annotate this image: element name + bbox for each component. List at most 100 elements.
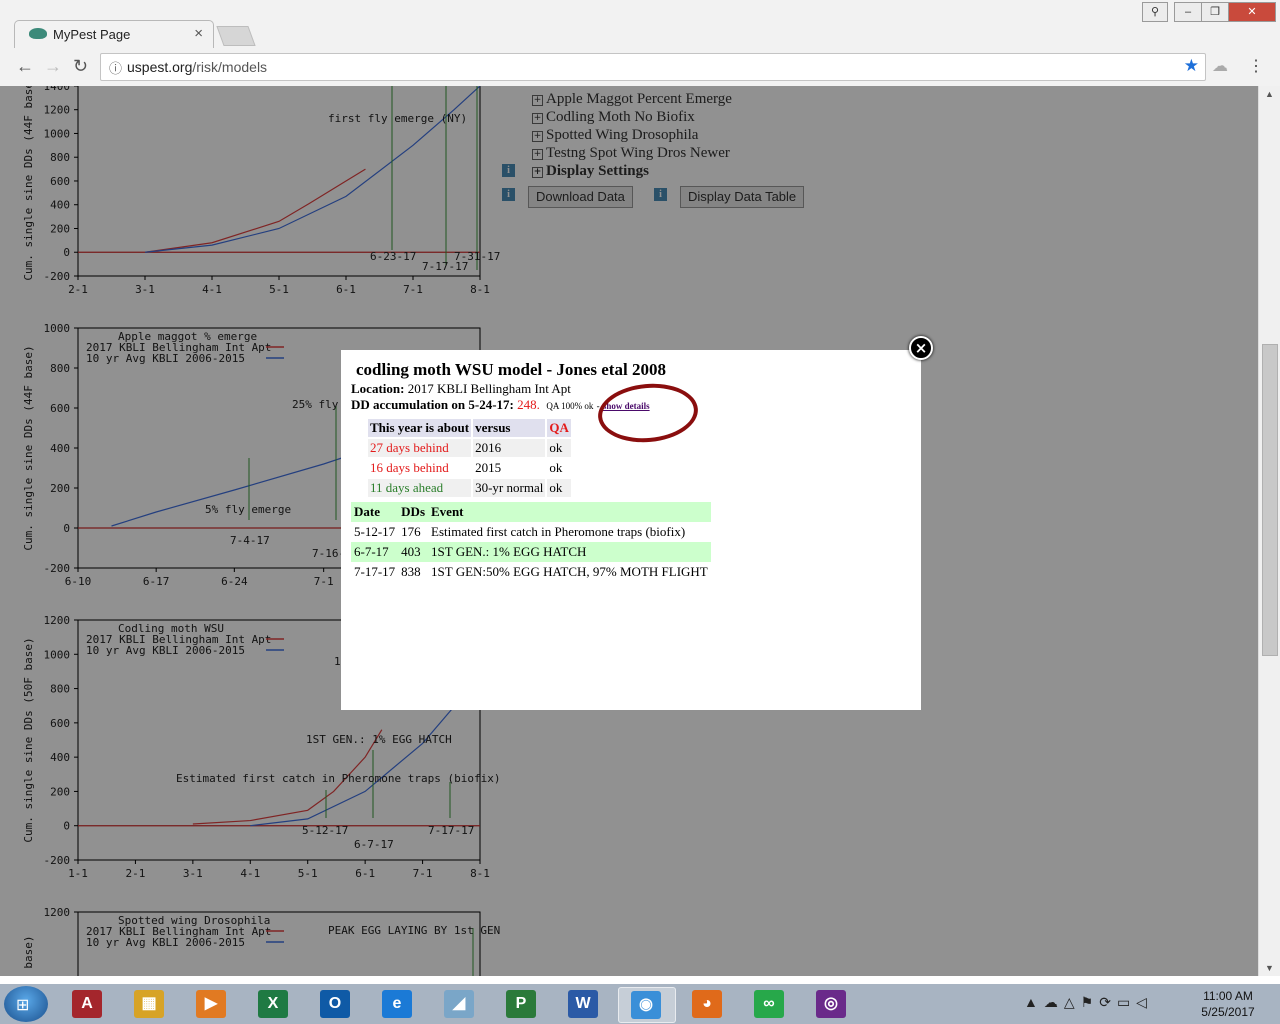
- tab-close-icon[interactable]: ×: [194, 25, 203, 42]
- taskbar-app-button[interactable]: e: [370, 987, 426, 1021]
- column-header: Event: [428, 502, 711, 522]
- excel-icon: X: [258, 990, 288, 1018]
- dd-label: DD accumulation on 5-24-17:: [351, 397, 514, 412]
- taskbar-app-button[interactable]: X: [246, 987, 302, 1021]
- taskbar-app-button[interactable]: P: [494, 987, 550, 1021]
- close-dialog-icon[interactable]: ×: [909, 336, 933, 360]
- close-window-button[interactable]: ✕: [1228, 2, 1276, 22]
- comparison-table: This year is about versus QA 27 days beh…: [366, 417, 573, 499]
- network-icon[interactable]: ▭: [1117, 994, 1136, 1010]
- browser-toolbar: ← → ↻ ⓘ uspest.org/risk/models ★ ☁ ⋮: [0, 48, 1280, 87]
- events-table: Date DDs Event 5-12-17 176 Estimated fir…: [351, 502, 711, 582]
- dialog-title: codling moth WSU model - Jones etal 2008: [356, 360, 666, 379]
- media-player-icon: ▶: [196, 990, 226, 1018]
- chrome-icon: ◉: [631, 991, 661, 1019]
- event-dds: 838: [401, 564, 421, 579]
- column-header: versus: [473, 419, 546, 437]
- event-description: Estimated first catch in Pheromone traps…: [431, 524, 686, 539]
- sync-icon[interactable]: ⟳: [1099, 994, 1117, 1010]
- tray-up-arrow-icon[interactable]: ▲: [1024, 994, 1044, 1010]
- access-icon: A: [72, 990, 102, 1018]
- bookmark-star-icon[interactable]: ★: [1184, 56, 1199, 76]
- clock[interactable]: 11:00 AM 5/25/2017: [1196, 988, 1260, 1020]
- events-header-row: Date DDs Event: [351, 502, 711, 522]
- column-header: DDs: [398, 502, 429, 522]
- app-icon: ◎: [816, 990, 846, 1018]
- taskbar-app-button[interactable]: ◉: [618, 987, 676, 1023]
- table-row: 27 days behind 2016 ok: [368, 439, 571, 457]
- system-tray: ▲☁△⚑⟳▭◁: [1024, 994, 1153, 1011]
- location-line: Location: 2017 KBLI Bellingham Int Apt: [351, 381, 571, 397]
- taskbar-app-button[interactable]: W: [556, 987, 612, 1021]
- event-description: 1ST GEN.: 1% EGG HATCH: [428, 542, 711, 562]
- browser-title-bar: MyPest Page × ⚲ – ❐ ✕: [0, 0, 1280, 49]
- taskbar-app-button[interactable]: ▶: [184, 987, 240, 1021]
- taskbar-app-button[interactable]: ∞: [742, 987, 798, 1021]
- extension-icon[interactable]: ☁: [1212, 56, 1228, 76]
- flag-icon[interactable]: ⚑: [1081, 994, 1100, 1010]
- clock-time: 11:00 AM: [1203, 989, 1253, 1003]
- comparison-status: 11 days ahead: [368, 479, 472, 497]
- page-scrollbar[interactable]: ▲ ▼: [1258, 86, 1280, 976]
- back-arrow-icon[interactable]: ←: [16, 56, 34, 77]
- app-icon: ∞: [754, 990, 784, 1018]
- browser-tab[interactable]: MyPest Page ×: [14, 20, 214, 49]
- comparison-qa: ok: [547, 479, 571, 497]
- taskbar-app-button[interactable]: O: [308, 987, 364, 1021]
- event-dds: 403: [398, 542, 429, 562]
- qa-status: QA 100% ok: [546, 401, 594, 411]
- event-dds: 176: [401, 524, 421, 539]
- drive-icon[interactable]: △: [1064, 994, 1081, 1010]
- user-profile-button[interactable]: ⚲: [1142, 2, 1168, 22]
- comparison-qa: ok: [547, 439, 571, 457]
- event-description: 1ST GEN:50% EGG HATCH, 97% MOTH FLIGHT: [431, 564, 708, 579]
- event-date: 7-17-17: [354, 564, 396, 579]
- table-row: 16 days behind 2015 ok: [368, 459, 571, 477]
- taskbar-app-button[interactable]: ◕: [680, 987, 736, 1021]
- new-tab-button[interactable]: [216, 26, 256, 46]
- location-label: Location:: [351, 381, 405, 396]
- table-row: 6-7-17 403 1ST GEN.: 1% EGG HATCH: [351, 542, 711, 562]
- taskbar-app-button[interactable]: ◎: [804, 987, 860, 1021]
- comparison-header-row: This year is about versus QA: [368, 419, 571, 437]
- taskbar-app-button[interactable]: A: [60, 987, 116, 1021]
- reload-icon[interactable]: ↻: [73, 56, 88, 77]
- url-text: uspest.org/risk/models: [127, 59, 267, 75]
- comparison-status: 27 days behind: [368, 439, 472, 457]
- word-icon: W: [568, 990, 598, 1018]
- url-domain: uspest.org: [127, 59, 193, 75]
- volume-icon[interactable]: ◁: [1136, 994, 1153, 1010]
- table-row: 7-17-17 838 1ST GEN:50% EGG HATCH, 97% M…: [351, 562, 711, 582]
- scroll-up-icon[interactable]: ▲: [1265, 89, 1274, 99]
- clock-date: 5/25/2017: [1201, 1005, 1255, 1019]
- comparison-qa: ok: [549, 460, 563, 475]
- scroll-thumb[interactable]: [1262, 344, 1278, 656]
- forward-arrow-icon[interactable]: →: [44, 56, 62, 77]
- chrome-menu-icon[interactable]: ⋮: [1248, 56, 1264, 76]
- file-explorer-icon: ▦: [134, 990, 164, 1018]
- windows-logo-icon: ⊞: [16, 997, 30, 1014]
- taskbar-app-button[interactable]: ▦: [122, 987, 178, 1021]
- taskbar-app-button[interactable]: ◢: [432, 987, 488, 1021]
- comparison-versus: 30-yr normal: [473, 479, 546, 497]
- comparison-versus: 2016: [473, 439, 546, 457]
- comparison-status: 16 days behind: [370, 460, 449, 475]
- page-info-icon[interactable]: ⓘ: [109, 58, 122, 77]
- scroll-down-icon[interactable]: ▼: [1265, 963, 1274, 973]
- column-header: This year is about: [368, 419, 472, 437]
- snipping-tool-icon: ◢: [444, 990, 474, 1018]
- table-row: 5-12-17 176 Estimated first catch in Phe…: [351, 522, 711, 542]
- comparison-versus: 2015: [475, 460, 502, 475]
- outlook-icon: O: [320, 990, 350, 1018]
- publisher-icon: P: [506, 990, 536, 1018]
- start-button[interactable]: ⊞: [4, 986, 48, 1022]
- location-value: 2017 KBLI Bellingham Int Apt: [407, 381, 571, 396]
- event-date: 6-7-17: [351, 542, 399, 562]
- internet-explorer-icon: e: [382, 990, 412, 1018]
- url-path: /risk/models: [192, 59, 268, 75]
- onedrive-icon[interactable]: ☁: [1044, 994, 1064, 1010]
- site-favicon-icon: [29, 28, 47, 39]
- restore-button[interactable]: ❐: [1201, 2, 1229, 22]
- address-bar[interactable]: ⓘ uspest.org/risk/models ★: [100, 53, 1206, 81]
- minimize-button[interactable]: –: [1174, 2, 1202, 22]
